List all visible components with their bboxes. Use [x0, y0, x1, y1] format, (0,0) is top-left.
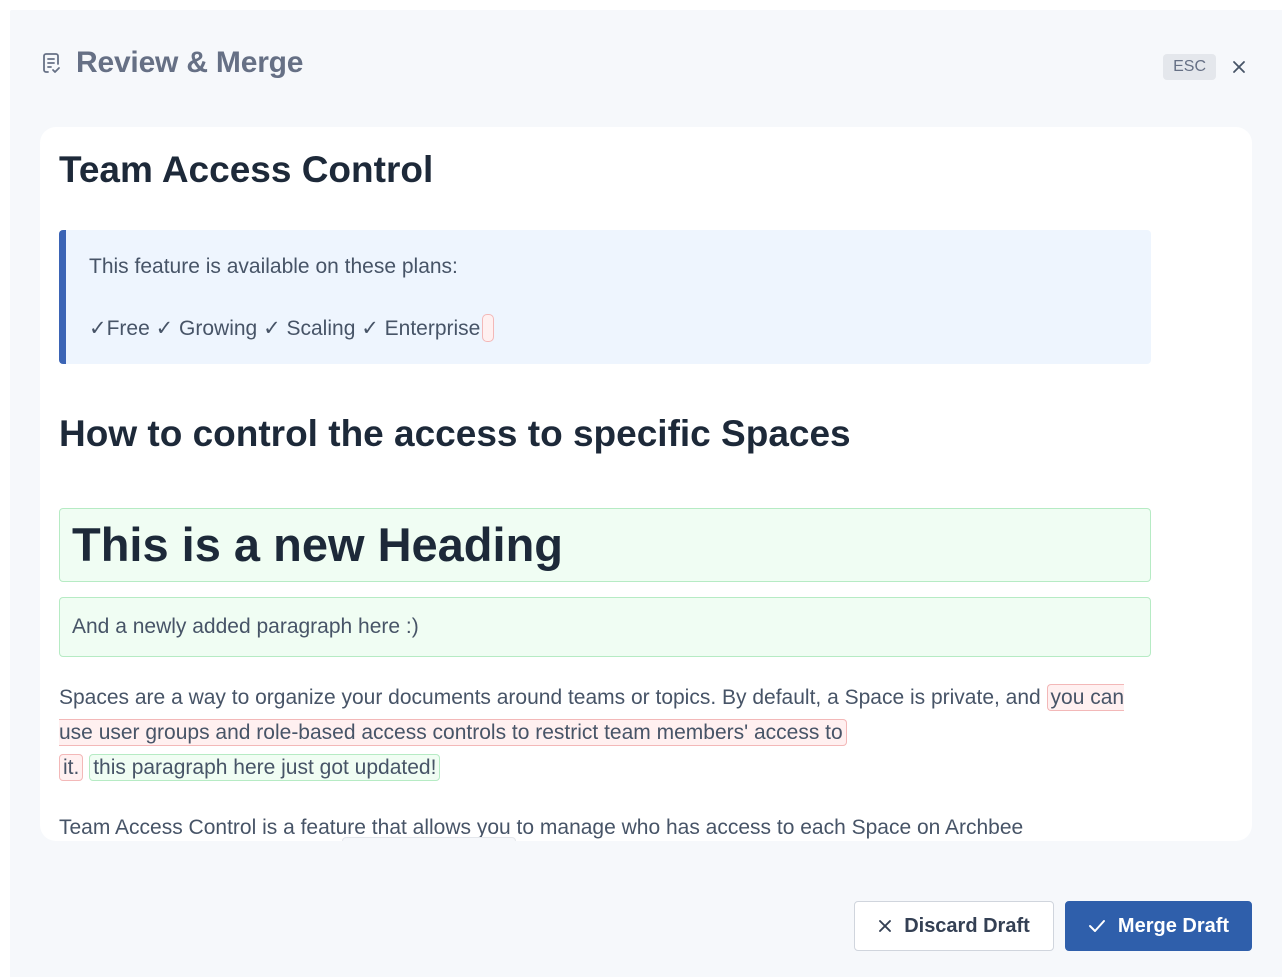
- close-icon: [879, 920, 892, 932]
- discard-draft-button[interactable]: Discard Draft: [854, 901, 1054, 951]
- close-button[interactable]: [1228, 56, 1250, 78]
- deleted-marker: [482, 314, 495, 342]
- added-paragraph-block: And a newly added paragraph here :): [59, 597, 1151, 657]
- merge-draft-button[interactable]: Merge Draft: [1065, 901, 1252, 951]
- section-heading: How to control the access to specific Sp…: [59, 413, 851, 454]
- review-merge-modal: Review & Merge ESC Team Access Control T…: [10, 10, 1282, 977]
- modal-title: Review & Merge: [76, 46, 304, 79]
- esc-key-badge: ESC: [1163, 54, 1216, 80]
- inserted-text: this paragraph here just got updated!: [89, 754, 441, 781]
- diff-content-panel[interactable]: Team Access Control This feature is avai…: [40, 127, 1252, 841]
- callout-plans: ✓Free ✓ Growing ✓ Scaling ✓ Enterprise: [89, 314, 495, 342]
- document-check-icon: [43, 53, 60, 73]
- deleted-text-end: it.: [59, 754, 84, 781]
- added-heading-block: This is a new Heading: [59, 508, 1151, 582]
- discard-draft-label: Discard Draft: [904, 914, 1030, 937]
- close-icon: [1233, 61, 1245, 73]
- document-title: Team Access Control: [59, 149, 434, 190]
- check-icon: [1088, 920, 1105, 932]
- callout-text: This feature is available on these plans…: [89, 255, 458, 278]
- modal-header: Review & Merge: [40, 46, 303, 80]
- paragraph-text: Spaces are a way to organize your docume…: [59, 686, 1047, 709]
- paragraph-team-access: Team Access Control is a feature that al…: [59, 816, 1024, 839]
- merge-draft-label: Merge Draft: [1117, 914, 1230, 937]
- changed-paragraph: Spaces are a way to organize your docume…: [59, 680, 1151, 785]
- plans-list: ✓Free ✓ Growing ✓ Scaling ✓ Enterprise: [89, 316, 481, 340]
- plans-callout: This feature is available on these plans…: [59, 230, 1151, 364]
- clipped-inline-element: [342, 837, 516, 841]
